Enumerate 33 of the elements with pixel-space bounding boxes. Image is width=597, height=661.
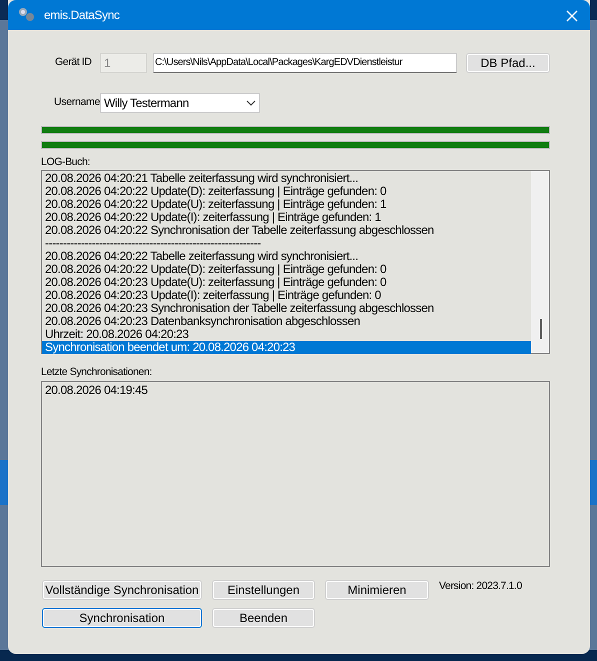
- window-title: emis.DataSync: [44, 7, 120, 24]
- log-line[interactable]: 20.08.2026 04:20:23 Update(I): zeiterfassung | Einträge gefunden: 0: [42, 289, 531, 302]
- log-line[interactable]: 20.08.2026 04:20:23 Synchronisation der Tabelle zeiterfassung abgeschlossen: [42, 302, 531, 315]
- recent-sync-item[interactable]: 20.08.2026 04:19:45: [42, 384, 549, 397]
- field-label: Gerät ID: [55, 55, 92, 70]
- log-line[interactable]: 20.08.2026 04:20:22 Synchronisation der Tabelle zeiterfassung abgeschlossen: [42, 224, 531, 237]
- log-line[interactable]: 20.08.2026 04:20:22 Update(I): zeiterfassung | Einträge gefunden: 1: [42, 211, 531, 224]
- action-button[interactable]: Synchronisation: [42, 608, 202, 628]
- log-line[interactable]: 20.08.2026 04:20:23 Update(U): zeiterfassung | Einträge gefunden: 0: [42, 276, 531, 289]
- log-line[interactable]: 20.08.2026 04:20:23 Datenbanksynchronisation abgeschlossen: [42, 315, 531, 328]
- scrollbar[interactable]: [531, 171, 549, 353]
- log-line[interactable]: 20.08.2026 04:20:22 Tabelle zeiterfassung wird synchronisiert...: [42, 250, 531, 263]
- chevron-down-icon: [246, 100, 256, 106]
- action-button[interactable]: Vollständige Synchronisation: [42, 580, 202, 600]
- app-icon: [18, 7, 36, 23]
- section-label: Letzte Synchronisationen:: [41, 365, 153, 379]
- recent-sync-list[interactable]: 20.08.2026 04:19:45: [41, 381, 550, 567]
- field-label: Username: [54, 95, 100, 110]
- log-line[interactable]: 20.08.2026 04:20:21 Tabelle zeiterfassung wird synchronisiert...: [42, 172, 531, 185]
- section-label: LOG-Buch:: [41, 155, 91, 169]
- log-line[interactable]: ------------------------------------------------------------: [42, 237, 531, 250]
- log-list[interactable]: [41, 170, 550, 354]
- version-text: Version: 2023.7.1.0: [439, 579, 522, 594]
- username-dropdown[interactable]: Willy Testermann: [100, 93, 260, 113]
- action-button[interactable]: Beenden: [212, 608, 315, 628]
- db-path-button[interactable]: DB Pfad...: [466, 53, 550, 73]
- log-line[interactable]: 20.08.2026 04:20:22 Update(U): zeiterfassung | Einträge gefunden: 1: [42, 198, 531, 211]
- path-field[interactable]: C:\Users\Nils\AppData\Local\Packages\KargEDVDienstleistur: [153, 53, 457, 73]
- action-button[interactable]: Minimieren: [325, 580, 429, 600]
- log-line[interactable]: 20.08.2026 04:20:22 Update(D): zeiterfassung | Einträge gefunden: 0: [42, 263, 531, 276]
- log-line[interactable]: 20.08.2026 04:20:22 Update(D): zeiterfassung | Einträge gefunden: 0: [42, 185, 531, 198]
- log-line[interactable]: Uhrzeit: 20.08.2026 04:20:23: [42, 328, 531, 341]
- action-button[interactable]: Einstellungen: [212, 580, 315, 600]
